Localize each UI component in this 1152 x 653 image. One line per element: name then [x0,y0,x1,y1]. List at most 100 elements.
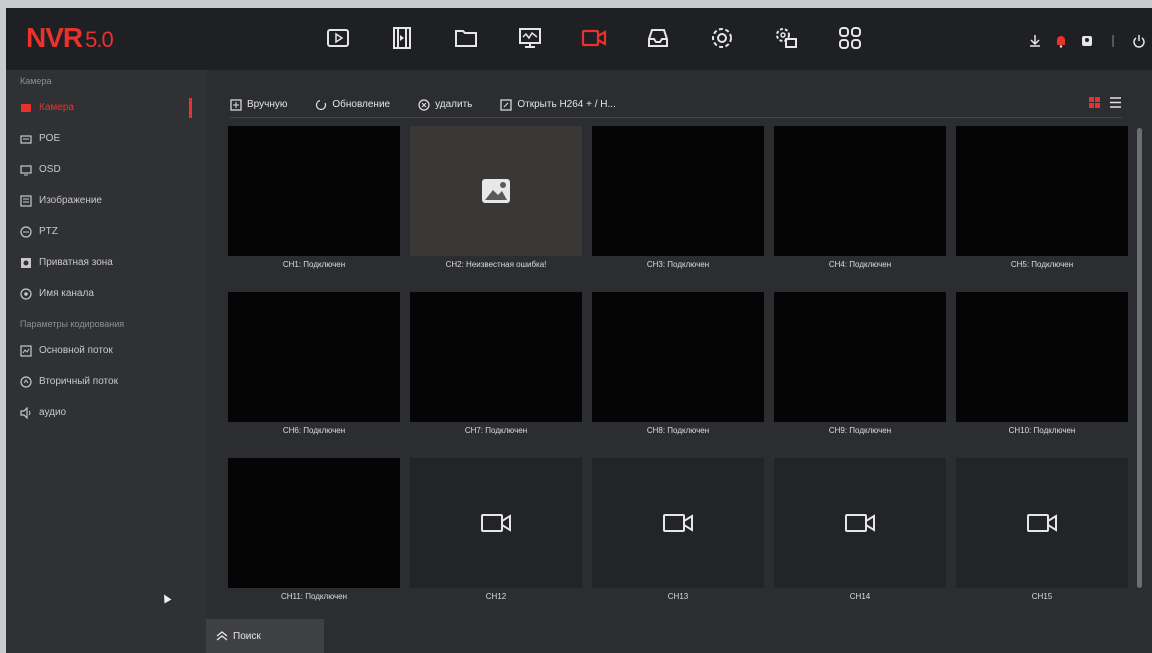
camera-toolbar: Вручную Обновление удалить Открыть H264 … [230,92,1122,118]
sidebar-item-label: Имя канала [39,288,94,299]
channel-preview[interactable] [592,458,764,588]
channel-label: CH12 [485,592,507,601]
folder-icon[interactable] [434,20,498,56]
poe-icon [20,134,32,144]
channel-preview[interactable] [956,292,1128,422]
channel-preview[interactable] [592,126,764,256]
monitor-icon[interactable] [498,20,562,56]
channel-tile[interactable]: CH2: Неизвестная ошибка! [408,126,584,286]
channel-label: CH4: Подключен [828,260,892,269]
open-h264-label: Открыть H264 + / H... [517,99,616,110]
channel-tile[interactable]: CH12 [408,458,584,618]
playback-icon[interactable] [306,20,370,56]
camera-icon [845,514,875,532]
channel-preview[interactable] [774,458,946,588]
sidebar-item-label: аудио [39,407,67,418]
view-toggle [1088,96,1122,109]
search-tab-label: Поиск [233,630,261,642]
sidebar-item-channel-name[interactable]: Имя канала [6,278,206,309]
channel-tile[interactable]: CH9: Подключен [772,292,948,452]
sidebar-item-label: PTZ [39,226,58,237]
channel-preview[interactable] [410,126,582,256]
channel-preview[interactable] [592,292,764,422]
channel-tile[interactable]: CH13 [590,458,766,618]
sidebar-item-osd[interactable]: OSD [6,154,206,185]
channel-tile[interactable]: CH6: Подключен [226,292,402,452]
settings-icon[interactable] [690,20,754,56]
sidebar-item-image[interactable]: Изображение [6,185,206,216]
channel-tile[interactable]: CH8: Подключен [590,292,766,452]
image-icon [20,194,32,207]
channel-preview[interactable] [956,458,1128,588]
h264-icon [500,98,512,111]
sidebar-item-label: Основной поток [39,345,113,356]
sidebar-item-camera[interactable]: Камера [6,92,206,123]
add-device-icon [230,98,242,111]
top-navigation [306,20,882,56]
sidebar-item-label: OSD [39,164,61,175]
channel-preview[interactable] [774,126,946,256]
camera-icon[interactable] [562,20,626,56]
channel-preview[interactable] [228,292,400,422]
manual-add-button[interactable]: Вручную [230,98,288,111]
user-icon[interactable] [1080,34,1094,48]
camera-icon [21,103,31,112]
sidebar: Камера Камера POE OSD Изображение PTZ Пр… [6,70,206,653]
top-right-controls [1028,34,1146,48]
chevron-up-icon [216,631,228,641]
open-h264-button[interactable]: Открыть H264 + / H... [500,98,616,111]
search-tab[interactable]: Поиск [206,619,324,653]
refresh-icon [316,99,327,110]
channel-tile[interactable]: CH10: Подключен [954,292,1130,452]
sidebar-item-label: POE [39,133,61,144]
list-view-icon[interactable] [1109,96,1122,109]
app-logo: NVR 5.0 [26,22,114,54]
camera-icon [663,514,693,532]
privacy-icon [21,257,31,268]
manual-add-label: Вручную [247,99,288,110]
channel-tile[interactable]: CH5: Подключен [954,126,1130,286]
video-clip-icon[interactable] [370,20,434,56]
sidebar-item-sub-stream[interactable]: Вторичный поток [6,366,206,397]
divider-icon [1112,35,1114,47]
sidebar-item-ptz[interactable]: PTZ [6,216,206,247]
channel-tile[interactable]: CH11: Подключен [226,458,402,618]
sidebar-item-main-stream[interactable]: Основной поток [6,335,206,366]
system-settings-icon[interactable] [754,20,818,56]
camera-icon [481,514,511,532]
delete-icon [418,98,430,111]
storage-icon[interactable] [626,20,690,56]
sidebar-group-encoding: Параметры кодирования [20,319,125,329]
channel-preview[interactable] [410,458,582,588]
sidebar-item-label: Приватная зона [39,257,113,268]
channel-preview[interactable] [774,292,946,422]
channel-tile[interactable]: CH14 [772,458,948,618]
nvr-screen: NVR 5.0 Камера Камера POE OSD Изображени… [6,8,1152,653]
sidebar-item-poe[interactable]: POE [6,123,206,154]
channel-preview[interactable] [228,126,400,256]
grid-scrollbar[interactable] [1137,128,1142,588]
download-icon[interactable] [1028,34,1042,48]
apps-grid-icon[interactable] [818,20,882,56]
channel-tile[interactable]: CH4: Подключен [772,126,948,286]
channel-label: CH10: Подключен [1008,426,1076,435]
delete-label: удалить [435,99,473,110]
channel-grid: CH1: Подключен CH2: Неизвестная ошибка! CH… [226,126,1128,618]
channel-tile[interactable]: CH3: Подключен [590,126,766,286]
channel-preview[interactable] [956,126,1128,256]
logo-version: 5.0 [85,27,114,52]
sidebar-item-privacy[interactable]: Приватная зона [6,247,206,278]
channel-preview[interactable] [228,458,400,588]
delete-button[interactable]: удалить [418,98,473,111]
alarm-bell-icon[interactable] [1054,34,1068,48]
power-icon[interactable] [1132,34,1146,48]
channel-label: CH9: Подключен [828,426,892,435]
channel-preview[interactable] [410,292,582,422]
sidebar-item-audio[interactable]: аудио [6,397,206,428]
channel-tile[interactable]: CH15 [954,458,1130,618]
channel-tile[interactable]: CH1: Подключен [226,126,402,286]
sub-stream-icon [20,375,32,388]
channel-tile[interactable]: CH7: Подключен [408,292,584,452]
refresh-button[interactable]: Обновление [315,99,390,111]
grid-view-icon[interactable] [1088,96,1101,109]
